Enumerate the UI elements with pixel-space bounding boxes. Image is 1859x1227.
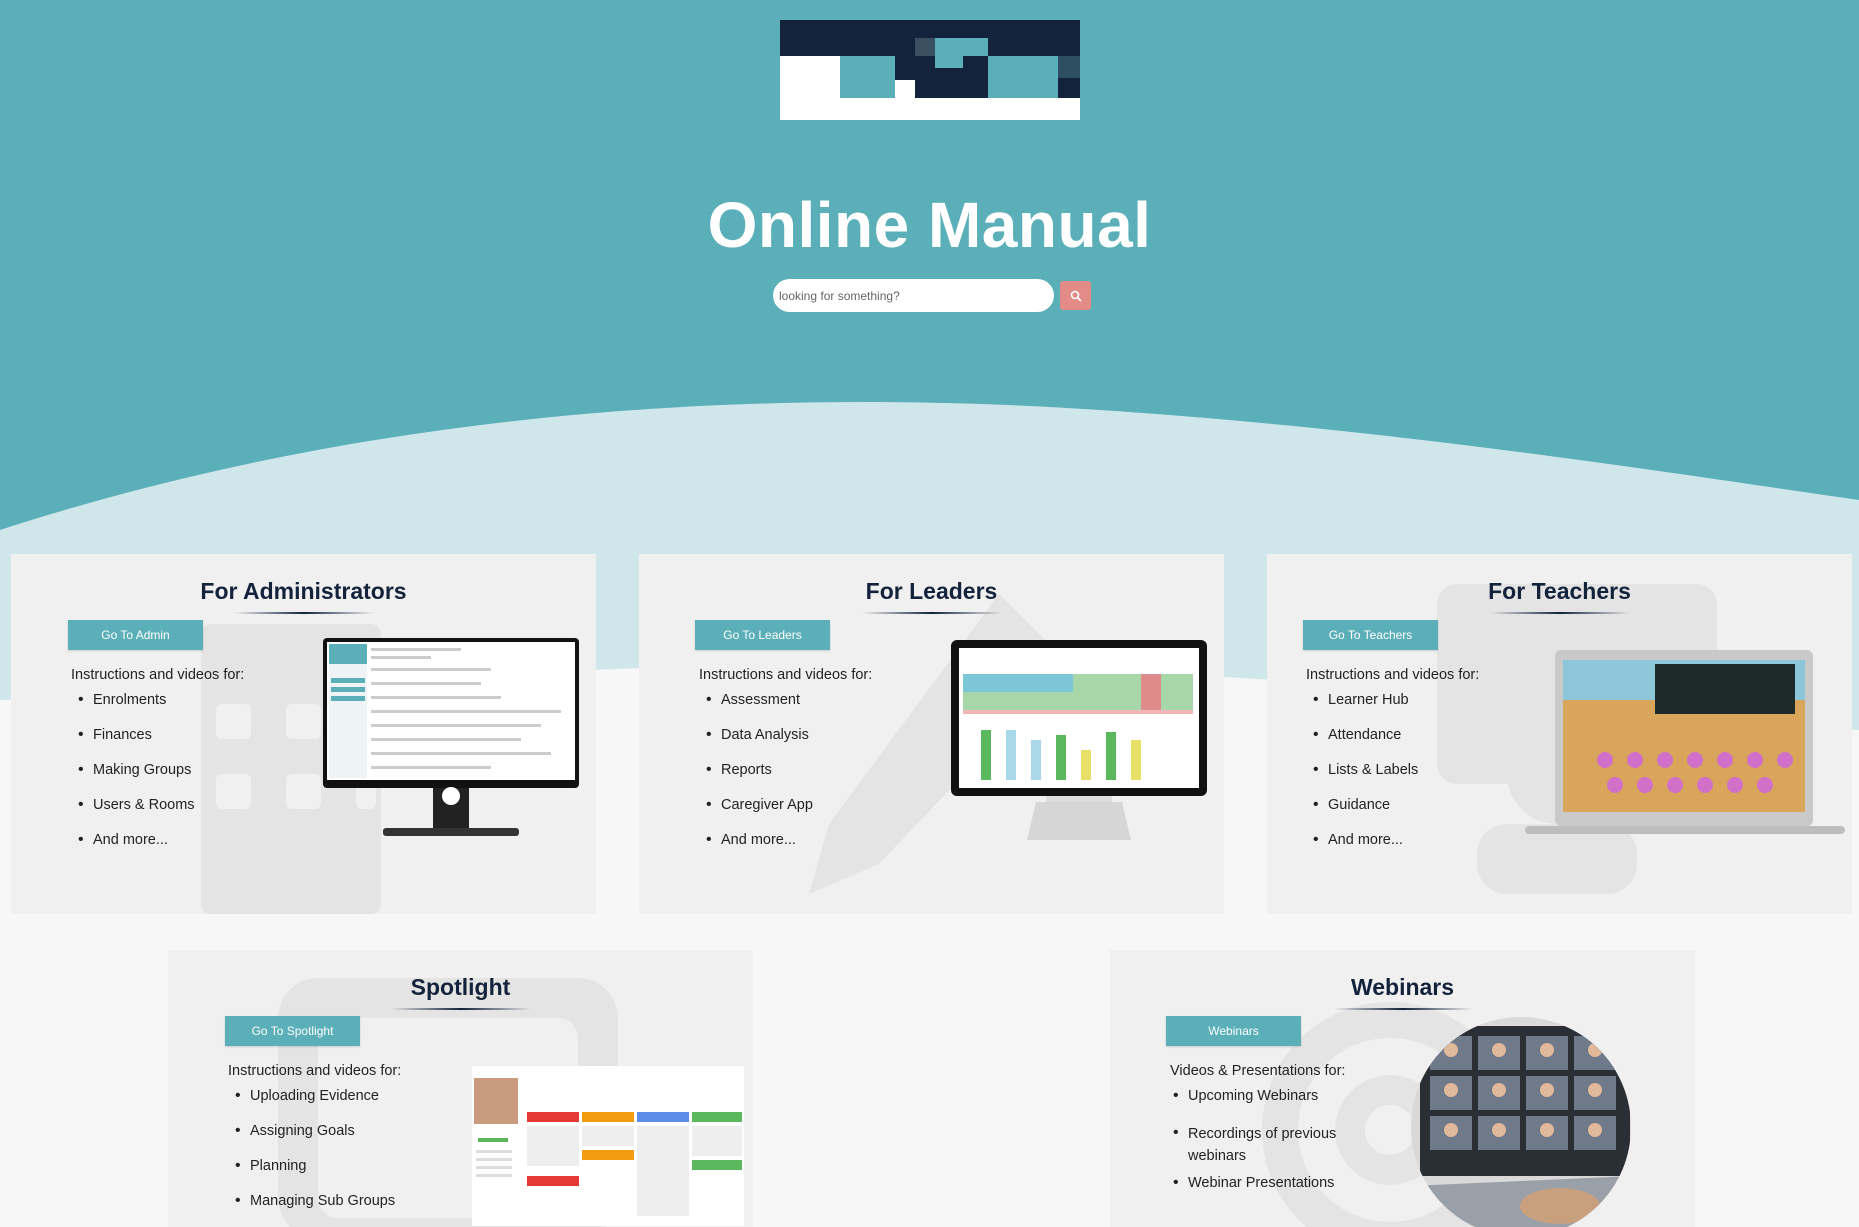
list-item: Managing Sub Groups <box>228 1192 395 1227</box>
list-item: Lists & Labels <box>1306 761 1418 797</box>
search-input[interactable] <box>773 279 1054 312</box>
card-spotlight: Spotlight Go To Spotlight Instructions a… <box>168 950 753 1227</box>
list-item: And more... <box>71 831 195 867</box>
feature-list: Learner Hub Attendance Lists & Labels Gu… <box>1306 691 1418 867</box>
title-divider <box>1490 612 1630 614</box>
title-divider <box>234 612 374 614</box>
card-intro: Videos & Presentations for: <box>1170 1063 1346 1079</box>
feature-list: Uploading Evidence Assigning Goals Plann… <box>228 1087 395 1227</box>
teachers-laptop-image <box>1525 650 1845 834</box>
go-to-spotlight-button[interactable]: Go To Spotlight <box>225 1016 360 1046</box>
list-item: Caregiver App <box>699 796 813 832</box>
webinars-button[interactable]: Webinars <box>1166 1016 1301 1046</box>
card-intro: Instructions and videos for: <box>228 1063 402 1079</box>
list-item: Data Analysis <box>699 726 813 762</box>
card-intro: Instructions and videos for: <box>1306 667 1480 683</box>
list-item: Guidance <box>1306 796 1418 832</box>
list-item: Enrolments <box>71 691 195 727</box>
list-item: Users & Rooms <box>71 796 195 832</box>
admin-monitor-image <box>323 638 579 836</box>
go-to-admin-button[interactable]: Go To Admin <box>68 620 203 650</box>
search-button[interactable] <box>1060 281 1091 310</box>
cse-logo[interactable] <box>780 20 1080 120</box>
leaders-monitor-image <box>951 640 1207 840</box>
list-item: Making Groups <box>71 761 195 797</box>
spotlight-screenshot-image <box>472 1066 744 1226</box>
card-intro: Instructions and videos for: <box>71 667 245 683</box>
feature-list: Assessment Data Analysis Reports Caregiv… <box>699 691 813 867</box>
feature-list: Enrolments Finances Making Groups Users … <box>71 691 195 867</box>
list-item: Assigning Goals <box>228 1122 395 1158</box>
card-intro: Instructions and videos for: <box>699 667 873 683</box>
go-to-leaders-button[interactable]: Go To Leaders <box>695 620 830 650</box>
list-item: And more... <box>699 831 813 867</box>
list-item: Learner Hub <box>1306 691 1418 727</box>
search-icon <box>1070 290 1082 302</box>
page-title: Online Manual <box>707 189 1152 261</box>
search-bar <box>773 279 1091 312</box>
list-item: Reports <box>699 761 813 797</box>
feature-list: Upcoming Webinars Recordings of previous… <box>1166 1087 1356 1210</box>
title-divider <box>1333 1008 1473 1010</box>
title-divider <box>862 612 1002 614</box>
list-item: Recordings of previous webinars <box>1166 1122 1356 1175</box>
webinar-laptop-image <box>1411 1017 1631 1227</box>
card-title: For Leaders <box>865 578 998 604</box>
card-administrators: For Administrators Go To Admin Instructi… <box>11 554 596 914</box>
go-to-teachers-button[interactable]: Go To Teachers <box>1303 620 1438 650</box>
card-title: Spotlight <box>410 974 511 1000</box>
list-item: Planning <box>228 1157 395 1193</box>
list-item: Webinar Presentations <box>1166 1174 1356 1210</box>
card-leaders: For Leaders Go To Leaders Instructions a… <box>639 554 1224 914</box>
card-title: For Teachers <box>1488 578 1631 604</box>
card-teachers: For Teachers Go To Teachers Instructions… <box>1267 554 1852 914</box>
list-item: And more... <box>1306 831 1418 867</box>
list-item: Upcoming Webinars <box>1166 1087 1356 1123</box>
card-webinars: Webinars Webinars Videos & Presentations… <box>1110 950 1695 1227</box>
title-divider <box>391 1008 531 1010</box>
card-title: For Administrators <box>200 578 407 604</box>
list-item: Finances <box>71 726 195 762</box>
card-title: Webinars <box>1350 974 1455 1000</box>
list-item: Uploading Evidence <box>228 1087 395 1123</box>
list-item: Assessment <box>699 691 813 727</box>
list-item: Attendance <box>1306 726 1418 762</box>
